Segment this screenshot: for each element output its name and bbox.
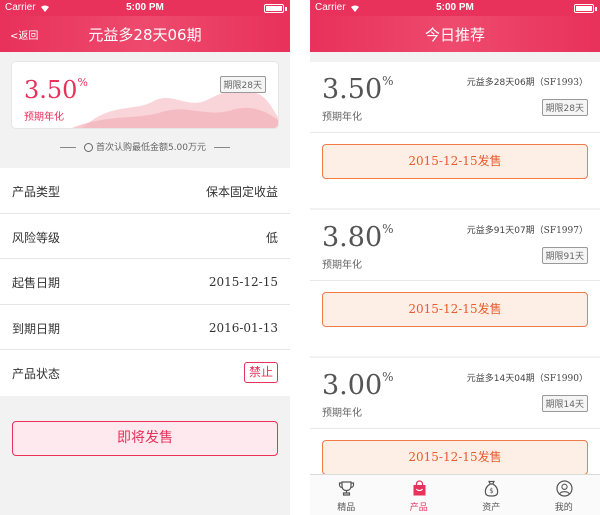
min-purchase-line: 首次认购最低金额5.00万元 [0,140,290,153]
term-badge: 期限14天 [541,395,588,412]
buy-button[interactable]: 即将发售 [12,421,278,456]
row-label: 产品类型 [12,185,61,199]
user-icon [555,480,573,497]
product-name: 元益多91天07期（SF1997） [466,226,588,236]
bag-icon [413,480,425,496]
row-label: 风险等级 [12,230,61,245]
rate-label: 预期年化 [24,112,64,123]
card-divider [310,280,600,281]
product-card[interactable]: 3.80% 预期年化 元益多91天07期（SF1997） 期限91天 2015-… [310,210,600,356]
term-badge: 期限28天 [541,99,588,116]
row-value: 2016-01-13 [208,320,278,335]
rate-card: 3.50% 预期年化 期限28天 [12,62,278,128]
info-row-risk: 风险等级 低 [0,214,290,259]
clock-time: 5:00 PM [126,2,164,13]
rate-label: 预期年化 [322,260,362,271]
info-list: 产品类型 保本固定收益 风险等级 低 起售日期 2015-12-15 到期日期 … [0,168,290,396]
nav-bar: 今日推荐 [310,16,600,52]
info-row-type: 产品类型 保本固定收益 [0,168,290,214]
sale-date-button[interactable]: 2015-12-15发售 [322,440,588,475]
tab-featured[interactable]: 精品 [310,475,383,515]
tab-label: 我的 [554,503,573,513]
row-value: 2015-12-15 [208,275,278,289]
battery-icon [574,4,594,13]
battery-icon [264,4,284,13]
page-title: 今日推荐 [424,26,485,44]
tab-mine[interactable]: 我的 [528,475,600,515]
rate-label: 预期年化 [322,112,362,123]
row-label: 产品状态 [12,367,61,381]
tab-label: 产品 [409,503,428,513]
battery-tip [285,7,287,11]
status-bar: Carrier 5:00 PM [0,0,290,16]
divider-dash [59,147,76,148]
rate-value: 3.50% [24,76,88,104]
row-value: 低 [265,230,278,245]
product-card[interactable]: 3.50% 预期年化 元益多28天06期（SF1993） 期限28天 2015-… [310,62,600,208]
tab-products[interactable]: 产品 [383,475,456,515]
card-divider [310,132,600,133]
status-bar: Carrier 5:00 PM [310,0,600,16]
clock-icon [83,143,93,152]
page-title: 元益多28天06期 [88,26,202,44]
rate-hero: 3.50% 预期年化 期限28天 首次认购最低金额5.00万元 [0,52,290,170]
money-bag-icon: $ [484,480,499,497]
rate-value: 3.80% [322,222,394,253]
sale-date-button[interactable]: 2015-12-15发售 [322,144,588,179]
row-label: 到期日期 [12,321,61,336]
product-name: 元益多14天04期（SF1990） [466,374,588,384]
product-name: 元益多28天06期（SF1993） [466,78,588,88]
term-badge: 期限28天 [219,76,266,93]
min-purchase-text: 首次认购最低金额5.00万元 [95,143,207,153]
svg-text:$: $ [489,487,493,495]
clock-time: 5:00 PM [436,2,474,13]
row-value: 保本固定收益 [205,185,278,199]
tab-label: 资产 [482,503,501,513]
sale-date-button[interactable]: 2015-12-15发售 [322,292,588,327]
status-badge: 禁止 [244,362,278,383]
recommend-screen: Carrier 5:00 PM 今日推荐 3.50% 预期年化 元益多28天06… [310,0,600,515]
tab-bar: 精品 产品 $ 资产 我的 [310,474,600,515]
rate-value: 3.50% [322,74,394,105]
info-row-end-date: 到期日期 2016-01-13 [0,305,290,350]
term-badge: 期限91天 [541,247,588,264]
tab-assets[interactable]: $ 资产 [455,475,528,515]
row-label: 起售日期 [12,276,61,290]
tab-label: 精品 [337,503,356,513]
battery-tip [595,7,597,11]
divider-dash [214,147,231,148]
trophy-icon [338,481,355,496]
rate-label: 预期年化 [322,408,362,419]
info-row-status: 产品状态 禁止 [0,350,290,396]
nav-bar: <返回 元益多28天06期 [0,16,290,52]
rate-value: 3.00% [322,370,394,401]
card-divider [310,428,600,429]
info-row-start-date: 起售日期 2015-12-15 [0,259,290,305]
product-detail-screen: Carrier 5:00 PM <返回 元益多28天06期 3.50% 预期年化… [0,0,290,515]
